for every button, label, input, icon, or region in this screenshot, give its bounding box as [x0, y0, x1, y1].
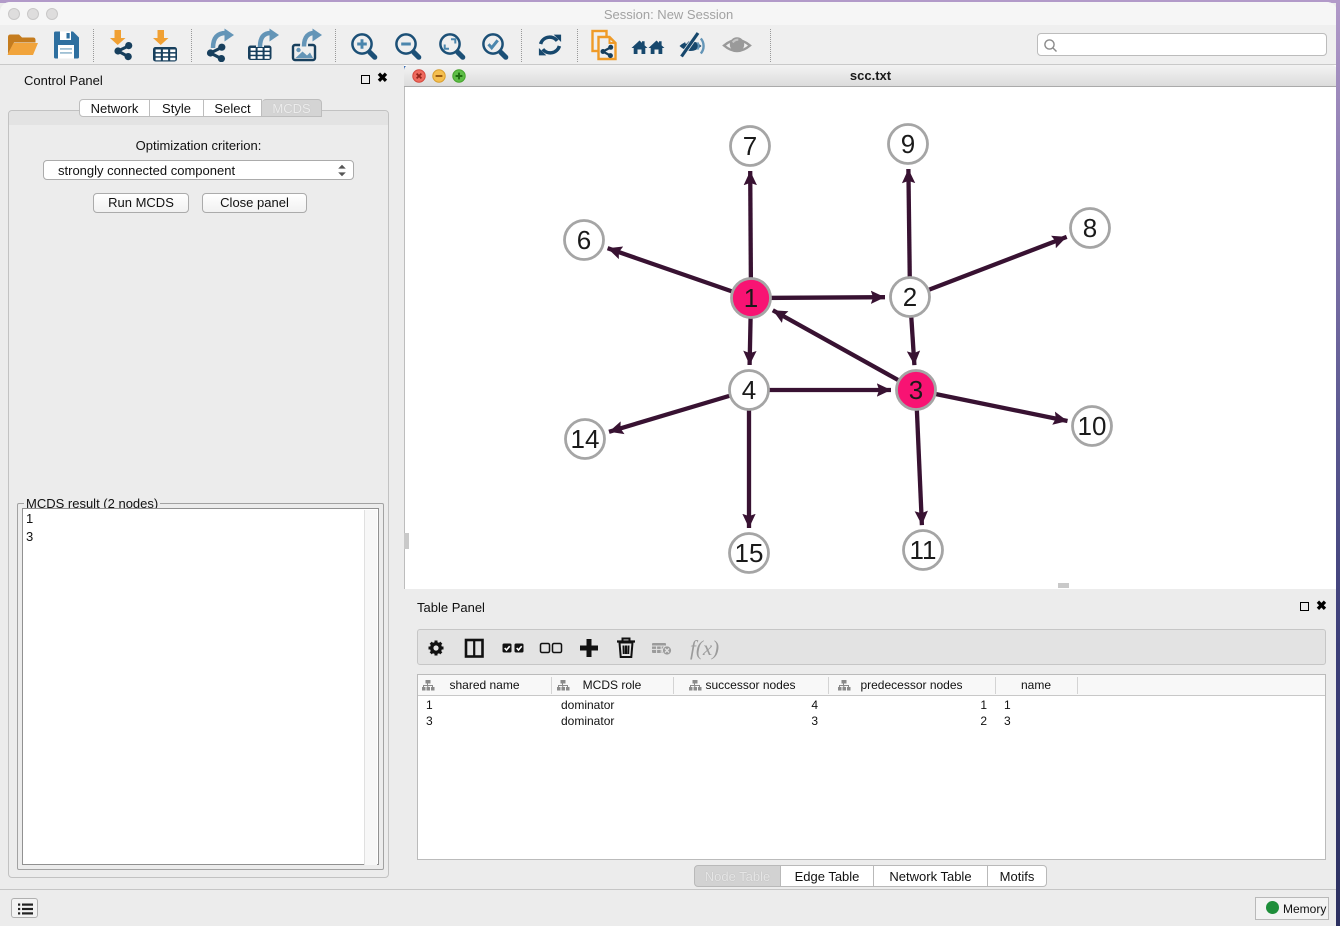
svg-text:2: 2 — [903, 282, 917, 312]
svg-text:1: 1 — [744, 283, 758, 313]
svg-text:10: 10 — [1078, 411, 1107, 441]
svg-text:4: 4 — [742, 375, 756, 405]
svg-text:3: 3 — [909, 375, 923, 405]
svg-text:6: 6 — [577, 225, 591, 255]
svg-text:7: 7 — [743, 131, 757, 161]
svg-text:11: 11 — [910, 535, 937, 565]
svg-text:f(x): f(x) — [690, 636, 719, 660]
svg-text:9: 9 — [901, 129, 915, 159]
svg-text:14: 14 — [571, 424, 600, 454]
svg-text:8: 8 — [1083, 213, 1097, 243]
svg-text:15: 15 — [735, 538, 764, 568]
